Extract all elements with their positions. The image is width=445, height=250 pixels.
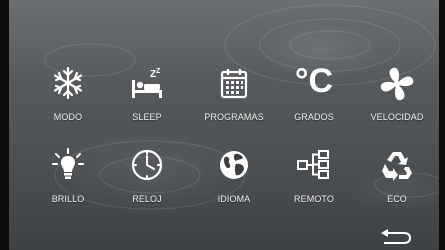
menu-item-velocidad[interactable]: VELOCIDAD [357, 66, 437, 126]
menu-item-label: PROGRAMAS [204, 112, 264, 122]
menu-item-label: MODO [53, 112, 83, 122]
sleep-bed-icon: Z Z [132, 68, 162, 98]
menu-item-label: SLEEP [132, 112, 162, 122]
menu-item-label: ECO [387, 194, 407, 204]
menu-item-grados[interactable]: °C GRADOS [274, 62, 354, 126]
recycle-icon [382, 152, 412, 181]
snowflake-icon [53, 66, 83, 100]
menu-item-modo[interactable]: MODO [28, 66, 108, 126]
menu-item-eco[interactable]: ECO [357, 148, 437, 208]
menu-item-label: IDIOMA [217, 194, 251, 204]
menu-item-programas[interactable]: PROGRAMAS [194, 66, 274, 126]
network-tree-icon [297, 150, 329, 179]
menu-item-label: BRILLO [51, 194, 85, 204]
back-arrow-icon [381, 229, 412, 244]
fan-icon [380, 67, 414, 101]
menu-item-label: VELOCIDAD [370, 112, 424, 122]
right-bezel [439, 0, 445, 250]
menu-item-idioma[interactable]: IDIOMA [194, 148, 274, 208]
back-button[interactable] [378, 228, 412, 246]
sleep-z-glyph-small: Z [156, 68, 161, 75]
clock-icon [131, 149, 163, 181]
globe-icon [220, 151, 248, 179]
menu-screen: MODO Z Z SLEEP PROGRAMAS °C GRADOS VELOC… [0, 0, 445, 250]
menu-item-label: REMOTO [294, 194, 334, 204]
menu-item-label: RELOJ [132, 194, 162, 204]
menu-item-brillo[interactable]: BRILLO [28, 148, 108, 208]
menu-item-label: GRADOS [294, 112, 334, 122]
menu-item-remoto[interactable]: REMOTO [274, 148, 354, 208]
calendar-icon [220, 69, 248, 99]
celsius-icon: °C [294, 62, 334, 100]
left-bezel [0, 0, 9, 250]
menu-item-sleep[interactable]: Z Z SLEEP [107, 66, 187, 126]
bulb-icon [52, 148, 84, 179]
menu-item-reloj[interactable]: RELOJ [107, 148, 187, 208]
